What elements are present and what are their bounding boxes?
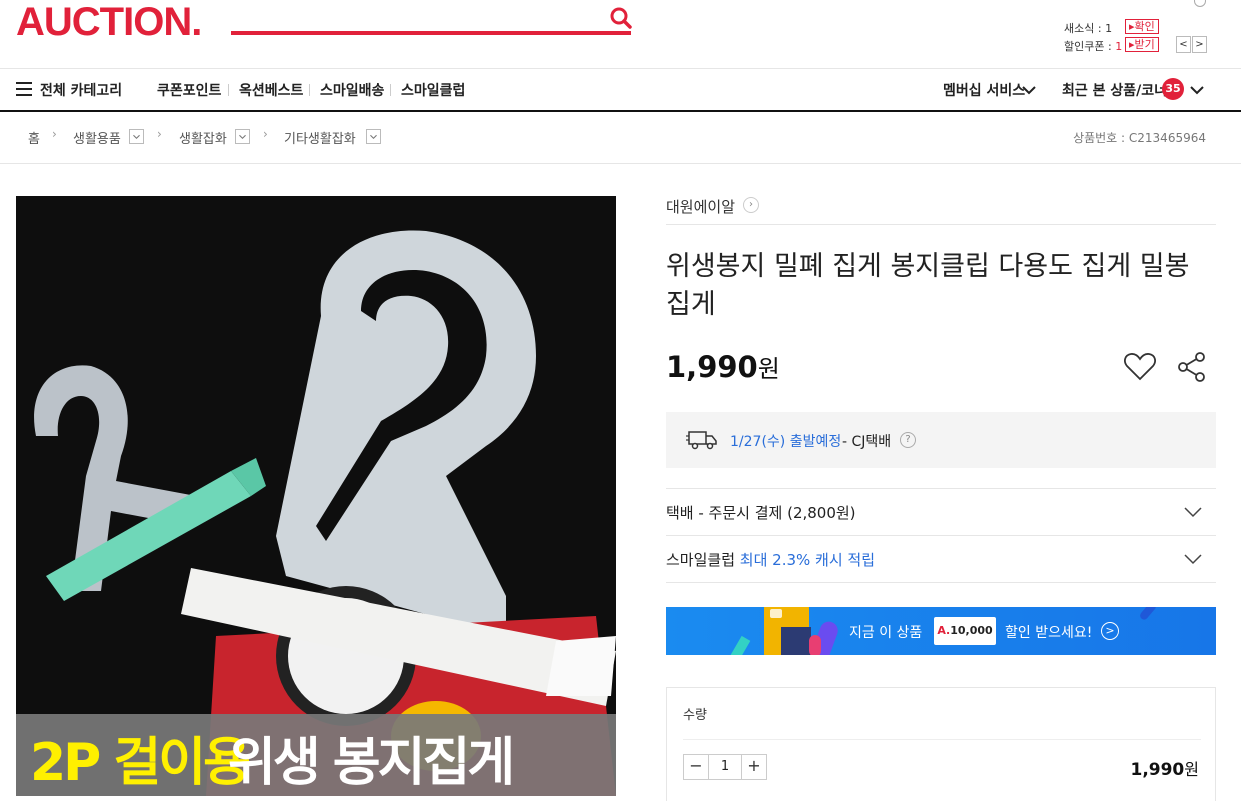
breadcrumb: 홈 › 생활용품 › 생활잡화 › 기타생활잡화 상품번호 : C2134659… (0, 112, 1241, 164)
search-icon[interactable] (608, 6, 634, 30)
nav-coupon-point[interactable]: 쿠폰포인트 (157, 80, 221, 100)
image-caption-highlight: 2P 걸이용 (30, 733, 251, 793)
chevron-down-icon[interactable] (235, 129, 250, 144)
product-title: 위생봉지 밀폐 집게 봉지클립 다용도 집게 밀봉 집게 (666, 251, 1190, 320)
hanger-clip-illustration (34, 230, 616, 796)
shipping-date: 1/27(수) 출발예정 (730, 434, 842, 450)
truck-icon (686, 431, 717, 450)
card-illustration (729, 607, 838, 655)
smileclub-row[interactable]: 스마일클럽 최대 2.3% 캐시 적립 (666, 549, 875, 570)
menu-icon[interactable] (16, 82, 32, 96)
product-price: 1,990원 (666, 350, 780, 384)
total-price: 1,990원 (1130, 760, 1199, 780)
news-check-button[interactable]: ▸확인 (1125, 19, 1159, 34)
chevron-down-icon[interactable] (1184, 553, 1202, 565)
product-number: 상품번호 : C213465964 (1073, 131, 1206, 145)
shipping-fee-row[interactable]: 택배 - 주문시 결제 (2,800원) (666, 502, 856, 523)
chevron-down-icon (1022, 86, 1036, 95)
image-caption-bar: 2P 걸이용 위생 봉지집게 (16, 714, 616, 796)
share-icon[interactable] (1176, 351, 1208, 383)
quantity-stepper: − 1 + (683, 754, 767, 780)
coupon-info: 할인쿠폰 : 1 (1064, 40, 1123, 53)
quantity-minus-button[interactable]: − (684, 755, 708, 779)
chevron-right-icon[interactable]: > (1101, 622, 1119, 640)
breadcrumb-level3[interactable]: 기타생활잡화 (284, 128, 356, 147)
quantity-label: 수량 (683, 708, 707, 723)
all-categories-button[interactable]: 전체 카테고리 (40, 80, 122, 100)
chevron-right-icon[interactable]: › (743, 197, 759, 213)
quantity-panel: 수량 − 1 + 1,990원 (666, 687, 1216, 801)
next-button[interactable]: > (1192, 36, 1207, 53)
chevron-down-icon[interactable] (366, 129, 381, 144)
chevron-down-icon[interactable] (1190, 85, 1204, 95)
breadcrumb-home[interactable]: 홈 (28, 128, 40, 147)
chevron-down-icon[interactable] (129, 129, 144, 144)
heart-icon[interactable] (1123, 352, 1157, 382)
recent-viewed-button[interactable]: 최근 본 상품/코너 (1062, 80, 1167, 100)
nav-auction-best[interactable]: 옥션베스트 (239, 80, 303, 100)
shipping-carrier: - CJ택배 (842, 434, 892, 450)
chevron-down-icon[interactable] (1184, 506, 1202, 518)
seller-name[interactable]: 대원에이알 (666, 196, 735, 217)
shipping-info: 1/27(수) 출발예정 - CJ택배 ? (666, 412, 1216, 468)
settings-icon[interactable] (1194, 0, 1206, 7)
card-discount-banner[interactable]: 지금 이 상품 A.10,000 할인 받으세요! > (666, 607, 1216, 655)
membership-service-button[interactable]: 멤버십 서비스 (943, 80, 1025, 100)
news-info: 새소식 : 1 (1064, 22, 1113, 35)
product-image[interactable]: 2P 걸이용 위생 봉지집게 (16, 196, 616, 796)
coupon-amount: A.10,000 (934, 617, 996, 645)
breadcrumb-level2[interactable]: 생활잡화 (179, 128, 227, 147)
image-caption-text: 위생 봉지집게 (228, 733, 515, 793)
prev-button[interactable]: < (1176, 36, 1191, 53)
help-icon[interactable]: ? (900, 432, 916, 448)
auction-logo[interactable]: AUCTION. (16, 2, 202, 42)
main-nav: 전체 카테고리 쿠폰포인트 옥션베스트 스마일배송 스마일클럽 멤버십 서비스 … (0, 69, 1241, 111)
breadcrumb-level1[interactable]: 생활용품 (73, 128, 121, 147)
quantity-input[interactable]: 1 (708, 755, 742, 779)
nav-smile-delivery[interactable]: 스마일배송 (320, 80, 384, 100)
search-input[interactable] (231, 31, 631, 35)
quantity-plus-button[interactable]: + (742, 755, 766, 779)
banner-text-pre: 지금 이 상품 (849, 625, 923, 641)
nav-smile-club[interactable]: 스마일클럽 (401, 80, 465, 100)
coupon-receive-button[interactable]: ▸받기 (1125, 37, 1159, 52)
banner-text-post: 할인 받으세요! (1005, 625, 1093, 641)
recent-count-badge: 35 (1162, 78, 1184, 100)
